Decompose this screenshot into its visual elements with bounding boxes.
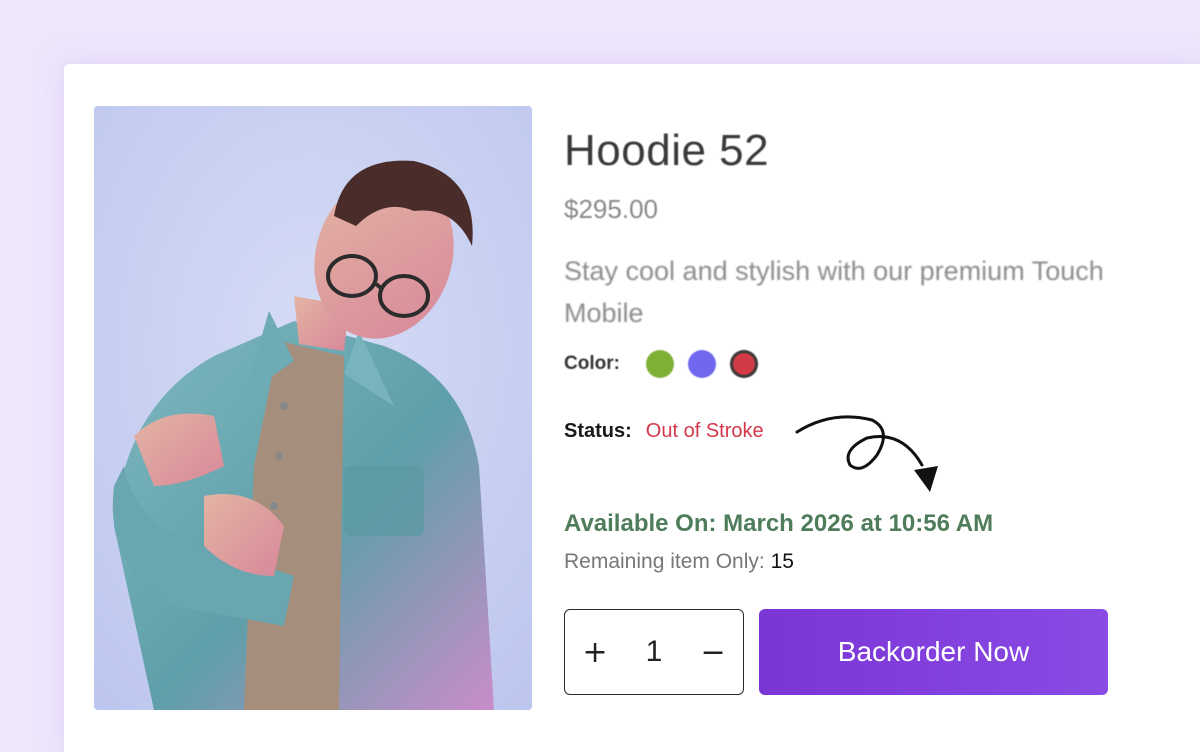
quantity-value[interactable]: 1 — [646, 635, 663, 669]
available-on-date: Available On: March 2026 at 10:56 AM — [564, 510, 994, 537]
remaining-count: 15 — [770, 550, 794, 573]
product-title: Hoodie 52 — [564, 126, 770, 175]
stock-status: Status: Out of Stroke — [564, 420, 764, 443]
color-swatch-red[interactable] — [729, 350, 758, 378]
product-image — [94, 106, 532, 710]
product-description: Stay cool and stylish with our premium T… — [564, 256, 1104, 328]
color-swatch-blue[interactable] — [687, 350, 716, 378]
color-swatch-green[interactable] — [645, 350, 674, 378]
remaining-stock: Remaining item Only: 15 — [564, 550, 794, 574]
curved-arrow-icon — [795, 415, 938, 492]
color-label: Color: — [564, 353, 620, 374]
backorder-button[interactable]: Backorder Now — [759, 609, 1108, 695]
quantity-increase-button[interactable]: + — [582, 635, 607, 670]
product-card: Hoodie 52 $295.00 Stay cool and stylish … — [64, 64, 1200, 752]
status-label: Status: — [564, 420, 632, 442]
quantity-decrease-button[interactable]: − — [700, 635, 725, 670]
remaining-label: Remaining item Only: — [564, 550, 771, 573]
status-value: Out of Stroke — [645, 420, 764, 442]
quantity-stepper: + 1 − — [564, 609, 744, 695]
color-selector: Color: — [564, 350, 758, 378]
product-price: $295.00 — [564, 194, 658, 224]
